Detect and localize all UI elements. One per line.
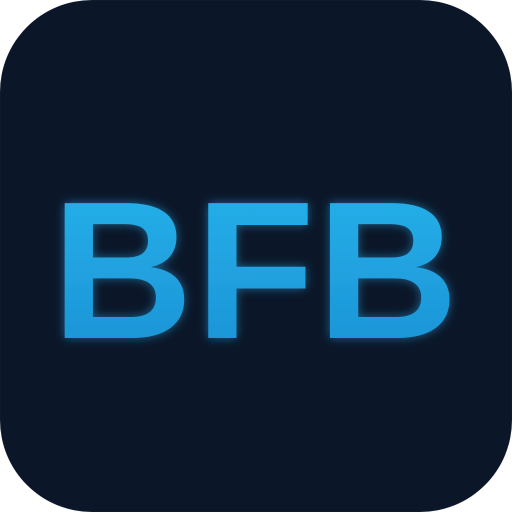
- app-icon-label: BFB: [52, 161, 461, 380]
- app-icon-logo: BFB: [52, 161, 461, 380]
- app-icon[interactable]: BFB: [0, 0, 512, 512]
